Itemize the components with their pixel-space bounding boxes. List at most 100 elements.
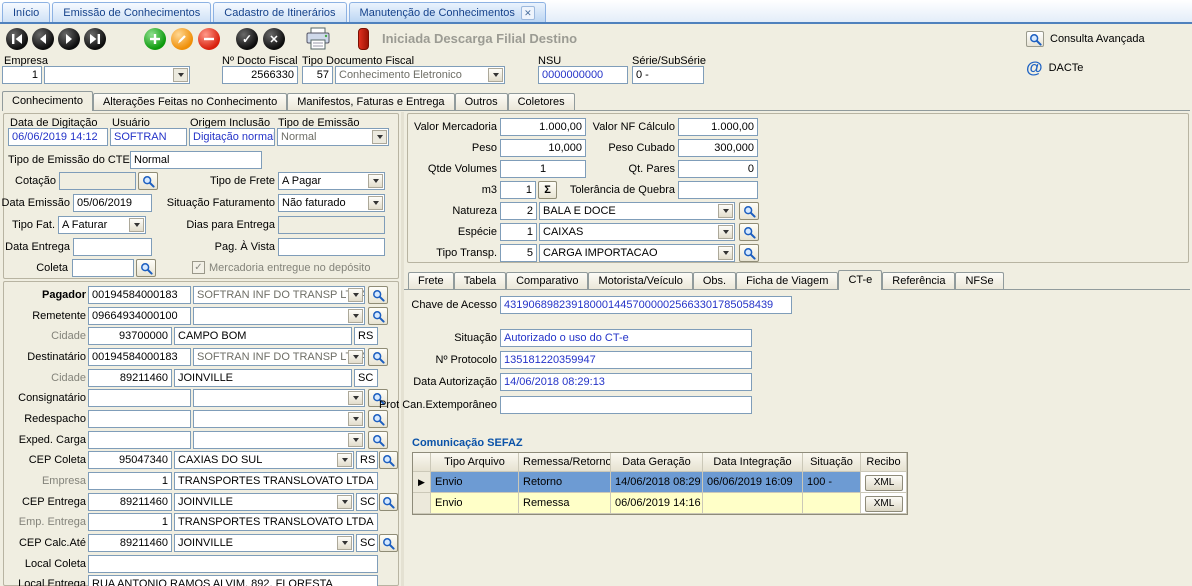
sit-faturamento-combo[interactable]: Não faturado [278, 194, 385, 212]
cep-calc-search-button[interactable] [379, 534, 398, 552]
nav-last-button[interactable] [84, 28, 106, 50]
dropdown-icon[interactable] [348, 350, 363, 364]
print-button[interactable] [305, 27, 331, 54]
tipo-transp-combo[interactable]: CARGA IMPORTACAO [539, 244, 735, 262]
exped-carga-combo[interactable] [193, 431, 365, 449]
cep-coleta-code-field[interactable]: 95047340 [88, 451, 172, 469]
col-recibo[interactable]: Recibo [861, 453, 907, 472]
dropdown-icon[interactable] [348, 309, 363, 323]
coleta-field[interactable] [72, 259, 134, 277]
tipo-doc-code-field[interactable]: 57 [302, 66, 333, 84]
tab-cte[interactable]: CT-e [838, 270, 882, 290]
sefaz-row-selected[interactable]: ▶ Envio Retorno 14/06/2018 08:29 06/06/2… [413, 472, 907, 493]
empresa-coleta-field[interactable]: TRANSPORTES TRANSLOVATO LTDA [174, 472, 378, 490]
tipo-emissao-cte-field[interactable]: Normal [130, 151, 262, 169]
destinatario-code-field[interactable]: 00194584000183 [88, 348, 191, 366]
cidade-destinatario-code-field[interactable]: 89211460 [88, 369, 172, 387]
cidade-destinatario-field[interactable]: JOINVILLE [174, 369, 352, 387]
protocolo-field[interactable]: 135181220359947 [500, 351, 752, 369]
exped-carga-code-field[interactable] [88, 431, 191, 449]
dropdown-icon[interactable] [129, 218, 144, 232]
dropdown-icon[interactable] [348, 433, 363, 447]
dropdown-icon[interactable] [718, 246, 733, 260]
nav-next-button[interactable] [58, 28, 80, 50]
dacte-button[interactable]: @ DACTe [1026, 60, 1083, 76]
remetente-code-field[interactable]: 09664934000100 [88, 307, 191, 325]
dropdown-icon[interactable] [718, 225, 733, 239]
cotacao-field[interactable] [59, 172, 136, 190]
cell-remessa-retorno[interactable]: Retorno [519, 472, 611, 493]
cell-data-geracao[interactable]: 06/06/2019 14:16 [611, 493, 703, 514]
valor-mercadoria-field[interactable]: 1.000,00 [500, 118, 586, 136]
tab-tabela[interactable]: Tabela [454, 272, 506, 290]
empresa-coleta-code-field[interactable]: 1 [88, 472, 172, 490]
emp-entrega-field[interactable]: TRANSPORTES TRANSLOVATO LTDA [174, 513, 378, 531]
nav-prev-button[interactable] [32, 28, 54, 50]
cep-entrega-combo[interactable]: JOINVILLE [174, 493, 354, 511]
cell-data-integracao[interactable] [703, 493, 803, 514]
tipo-frete-combo[interactable]: A Pagar [278, 172, 385, 190]
cidade-destinatario-uf-field[interactable]: SC [354, 369, 378, 387]
dropdown-icon[interactable] [488, 68, 503, 82]
window-tab-inicio[interactable]: Início [2, 2, 50, 22]
especie-combo[interactable]: CAIXAS [539, 223, 735, 241]
usuario-field[interactable]: SOFTRAN [110, 128, 187, 146]
mercadoria-checkbox[interactable]: ✓ [192, 261, 205, 274]
serie-field[interactable]: 0 - [632, 66, 704, 84]
tab-close-icon[interactable]: ✕ [521, 6, 535, 20]
cep-coleta-combo[interactable]: CAXIAS DO SUL [174, 451, 354, 469]
empresa-code-field[interactable]: 1 [2, 66, 42, 84]
dropdown-icon[interactable] [348, 288, 363, 302]
col-situacao[interactable]: Situação [803, 453, 861, 472]
tab-motorista-veiculo[interactable]: Motorista/Veículo [588, 272, 692, 290]
cep-calc-uf-field[interactable]: SC [356, 534, 378, 552]
especie-search-button[interactable] [739, 223, 759, 241]
dropdown-icon[interactable] [348, 412, 363, 426]
natureza-code-field[interactable]: 2 [500, 202, 537, 220]
cep-entrega-code-field[interactable]: 89211460 [88, 493, 172, 511]
chave-acesso-field[interactable]: 4319068982391800014457000002566330178505… [500, 296, 792, 314]
pagador-code-field[interactable]: 00194584000183 [88, 286, 191, 304]
dropdown-icon[interactable] [337, 453, 352, 467]
tab-coletores[interactable]: Coletores [508, 93, 575, 111]
cep-coleta-search-button[interactable] [379, 451, 398, 469]
cell-data-geracao[interactable]: 14/06/2018 08:29 [611, 472, 703, 493]
local-coleta-field[interactable] [88, 555, 378, 573]
cep-calc-combo[interactable]: JOINVILLE [174, 534, 354, 552]
natureza-combo[interactable]: BALA E DOCE [539, 202, 735, 220]
dropdown-icon[interactable] [337, 536, 352, 550]
dropdown-icon[interactable] [348, 391, 363, 405]
cep-coleta-uf-field[interactable]: RS [356, 451, 378, 469]
cidade-remetente-code-field[interactable]: 93700000 [88, 327, 172, 345]
tipo-doc-combo[interactable]: Conhecimento Eletronico [335, 66, 505, 84]
tipo-emissao-combo[interactable]: Normal [277, 128, 389, 146]
docto-fiscal-field[interactable]: 2566330 [222, 66, 298, 84]
emp-entrega-code-field[interactable]: 1 [88, 513, 172, 531]
dropdown-icon[interactable] [173, 68, 188, 82]
tolerancia-field[interactable] [678, 181, 758, 199]
peso-field[interactable]: 10,000 [500, 139, 586, 157]
nav-first-button[interactable] [6, 28, 28, 50]
sefaz-row[interactable]: Envio Remessa 06/06/2019 14:16 XML [413, 493, 907, 514]
data-digitacao-field[interactable]: 06/06/2019 14:12 [8, 128, 108, 146]
especie-code-field[interactable]: 1 [500, 223, 537, 241]
xml-button[interactable]: XML [865, 475, 903, 491]
data-emissao-field[interactable]: 05/06/2019 [73, 194, 152, 212]
cell-tipo-arquivo[interactable]: Envio [431, 472, 519, 493]
tab-nfse[interactable]: NFSe [955, 272, 1003, 290]
prot-can-field[interactable] [500, 396, 752, 414]
tab-alteracoes[interactable]: Alterações Feitas no Conhecimento [93, 93, 287, 111]
cell-tipo-arquivo[interactable]: Envio [431, 493, 519, 514]
sum-button[interactable]: Σ [538, 181, 557, 199]
tipo-transp-code-field[interactable]: 5 [500, 244, 537, 262]
col-data-geracao[interactable]: Data Geração [611, 453, 703, 472]
cidade-remetente-uf-field[interactable]: RS [354, 327, 378, 345]
tipo-fat-combo[interactable]: A Faturar [58, 216, 146, 234]
redespacho-code-field[interactable] [88, 410, 191, 428]
dropdown-icon[interactable] [368, 174, 383, 188]
cotacao-search-button[interactable] [138, 172, 158, 190]
dias-entrega-field[interactable] [278, 216, 385, 234]
tab-obs[interactable]: Obs. [693, 272, 736, 290]
tab-ficha-viagem[interactable]: Ficha de Viagem [736, 272, 838, 290]
cep-calc-code-field[interactable]: 89211460 [88, 534, 172, 552]
